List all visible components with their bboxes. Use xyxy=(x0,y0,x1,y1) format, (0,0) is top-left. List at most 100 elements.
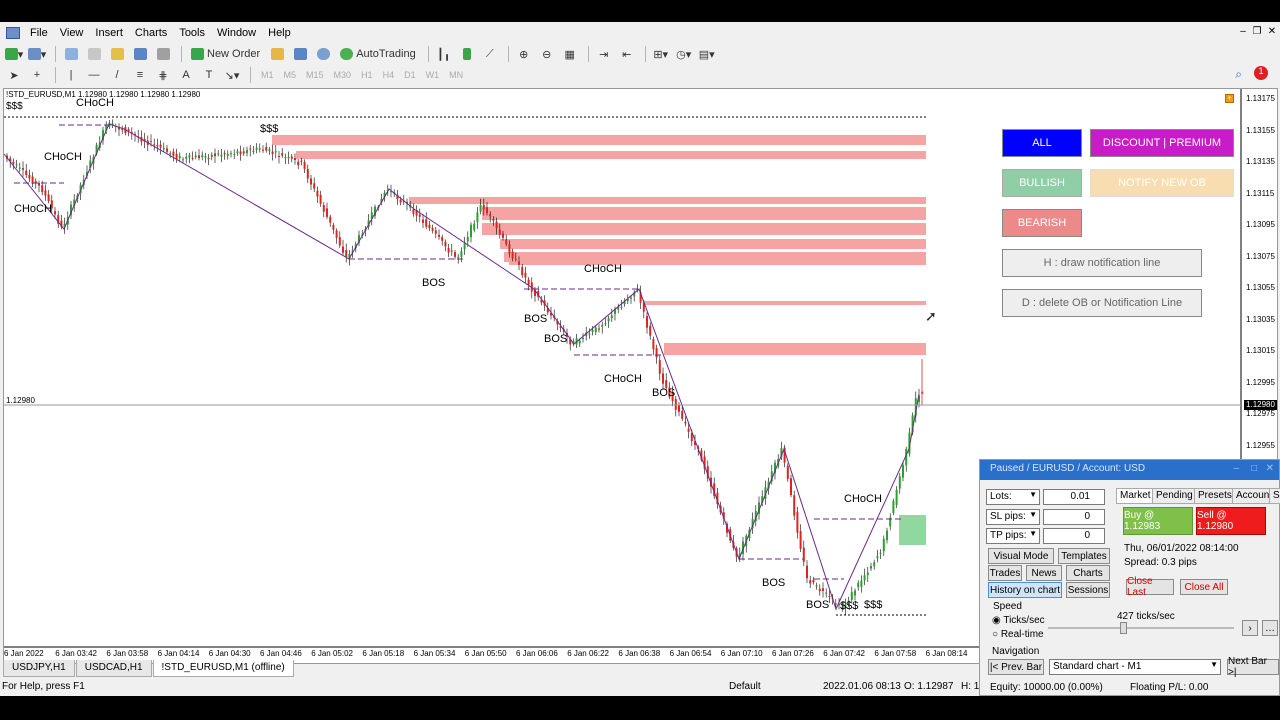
delete-ob-button[interactable]: D : delete OB or Notification Line xyxy=(1002,289,1202,317)
autotrading-button[interactable]: AutoTrading xyxy=(336,45,420,63)
horizontal-line-icon[interactable]: — xyxy=(84,66,104,84)
tab-usdcad[interactable]: USDCAD,H1 xyxy=(75,660,152,677)
close-icon[interactable]: ✕ xyxy=(1266,463,1274,474)
market-watch-icon[interactable] xyxy=(61,45,81,63)
zoom-in-icon[interactable]: ⊕ xyxy=(514,45,534,63)
tab-presets[interactable]: Presets xyxy=(1194,488,1236,504)
timeframe-w1[interactable]: W1 xyxy=(426,70,440,80)
menu-window[interactable]: Window xyxy=(211,27,262,39)
minimize-icon[interactable]: – xyxy=(1236,26,1250,37)
trades-button[interactable]: Trades xyxy=(988,565,1022,581)
bar-chart-icon[interactable]: ┃╻ xyxy=(434,45,454,63)
buy-button[interactable]: Buy @ 1.12983 xyxy=(1123,507,1193,535)
lots-input[interactable]: 0.01 xyxy=(1043,489,1105,505)
tab-usdjpy[interactable]: USDJPY,H1 xyxy=(3,660,75,677)
visual-mode-button[interactable]: Visual Mode xyxy=(988,548,1054,564)
terminal-icon[interactable] xyxy=(130,45,150,63)
cursor-icon[interactable]: ➤ xyxy=(4,66,24,84)
bullish-candle xyxy=(255,147,258,150)
realtime-radio[interactable]: ○ Real-time xyxy=(992,629,1044,640)
speed-slider[interactable] xyxy=(1048,627,1234,629)
add-icon[interactable]: + xyxy=(1225,94,1234,103)
bearish-candle xyxy=(818,588,821,592)
fibonacci-icon[interactable]: ⋕ xyxy=(153,66,173,84)
more-icon[interactable]: … xyxy=(1262,620,1278,636)
bullish-button[interactable]: BULLISH xyxy=(1002,169,1082,197)
vertical-line-icon[interactable]: | xyxy=(61,66,81,84)
text-icon[interactable]: A xyxy=(176,66,196,84)
tab-pending[interactable]: Pending xyxy=(1152,488,1197,504)
charts-button[interactable]: Charts xyxy=(1066,565,1110,581)
tester-icon[interactable] xyxy=(153,45,173,63)
timeframe-d1[interactable]: D1 xyxy=(404,70,416,80)
tp-select[interactable]: TP pips: ▼ xyxy=(986,528,1040,544)
bearish-button[interactable]: BEARISH xyxy=(1002,209,1082,237)
menu-file[interactable]: File xyxy=(24,27,54,39)
restore-icon[interactable]: ❐ xyxy=(1250,26,1264,37)
menu-insert[interactable]: Insert xyxy=(89,27,129,39)
speed-slider-handle[interactable] xyxy=(1120,622,1127,634)
sl-input[interactable]: 0 xyxy=(1043,509,1105,525)
discount-premium-button[interactable]: DISCOUNT | PREMIUM xyxy=(1090,129,1234,157)
timeframe-m1[interactable]: M1 xyxy=(261,70,274,80)
data-window-icon[interactable] xyxy=(84,45,104,63)
notify-new-ob-button[interactable]: NOTIFY NEW OB xyxy=(1090,169,1234,197)
prev-bar-button[interactable]: |< Prev. Bar xyxy=(988,659,1044,675)
menu-view[interactable]: View xyxy=(54,27,90,39)
notification-icon[interactable]: 1 xyxy=(1254,66,1268,80)
templates-button[interactable]: Templates xyxy=(1058,548,1110,564)
timeframe-m30[interactable]: M30 xyxy=(334,70,352,80)
tab-market[interactable]: Market xyxy=(1116,488,1155,504)
all-button[interactable]: ALL xyxy=(1002,129,1082,157)
metaeditor-icon[interactable] xyxy=(267,45,287,63)
close-all-button[interactable]: Close All xyxy=(1180,579,1228,595)
periods-icon[interactable]: ◷▾ xyxy=(674,45,694,63)
navigator-icon[interactable] xyxy=(107,45,127,63)
tile-windows-icon[interactable]: ▦ xyxy=(560,45,580,63)
minimize-icon[interactable]: – xyxy=(1233,463,1239,474)
timeframe-mn[interactable]: MN xyxy=(449,70,463,80)
ticks-radio[interactable]: ◉ Ticks/sec xyxy=(992,615,1045,626)
tab-eurusd[interactable]: !STD_EURUSD,M1 (offline) xyxy=(152,660,294,677)
templates-icon[interactable]: ▤▾ xyxy=(697,45,717,63)
trendline-icon[interactable]: / xyxy=(107,66,127,84)
zoom-out-icon[interactable]: ⊖ xyxy=(537,45,557,63)
menu-charts[interactable]: Charts xyxy=(129,27,173,39)
maximize-icon[interactable]: □ xyxy=(1251,463,1257,474)
menu-tools[interactable]: Tools xyxy=(173,27,211,39)
arrows-icon[interactable]: ↘▾ xyxy=(222,66,242,84)
auto-scroll-icon[interactable]: ⇥ xyxy=(594,45,614,63)
sl-select[interactable]: SL pips: ▼ xyxy=(986,509,1040,525)
chart-type-select[interactable]: Standard chart - M1 ▼ xyxy=(1049,659,1221,675)
vps-icon[interactable] xyxy=(313,45,333,63)
text-label-icon[interactable]: T xyxy=(199,66,219,84)
draw-notification-line-button[interactable]: H : draw notification line xyxy=(1002,249,1202,277)
tab-save[interactable]: Save xyxy=(1269,488,1280,504)
lots-select[interactable]: Lots: ▼ xyxy=(986,489,1040,505)
signals-icon[interactable] xyxy=(290,45,310,63)
sell-button[interactable]: Sell @ 1.12980 xyxy=(1196,507,1266,535)
timeframe-h1[interactable]: H1 xyxy=(361,70,373,80)
line-chart-icon[interactable]: ⟋ xyxy=(480,45,500,63)
crosshair-icon[interactable]: + xyxy=(27,66,47,84)
indicators-icon[interactable]: ⊞▾ xyxy=(651,45,671,63)
tp-input[interactable]: 0 xyxy=(1043,528,1105,544)
new-chart-icon[interactable]: ▾ xyxy=(4,45,24,63)
news-button[interactable]: News xyxy=(1026,565,1062,581)
chart-shift-icon[interactable]: ⇤ xyxy=(617,45,637,63)
timeframe-m5[interactable]: M5 xyxy=(284,70,297,80)
sessions-button[interactable]: Sessions xyxy=(1066,582,1110,598)
history-on-chart-button[interactable]: History on chart xyxy=(988,582,1062,598)
search-icon[interactable]: ⌕ xyxy=(1235,67,1242,82)
menu-help[interactable]: Help xyxy=(262,27,297,39)
profiles-icon[interactable]: ▾ xyxy=(27,45,47,63)
close-last-button[interactable]: Close Last xyxy=(1126,576,1174,598)
timeframe-m15[interactable]: M15 xyxy=(306,70,324,80)
channel-icon[interactable]: ≡ xyxy=(130,66,150,84)
new-order-button[interactable]: New Order xyxy=(187,45,264,63)
next-bar-button[interactable]: Next Bar >| xyxy=(1227,656,1279,678)
close-icon[interactable]: ✕ xyxy=(1265,26,1279,37)
candlestick-icon[interactable] xyxy=(457,45,477,63)
step-forward-icon[interactable]: › xyxy=(1242,620,1258,636)
timeframe-h4[interactable]: H4 xyxy=(383,70,395,80)
